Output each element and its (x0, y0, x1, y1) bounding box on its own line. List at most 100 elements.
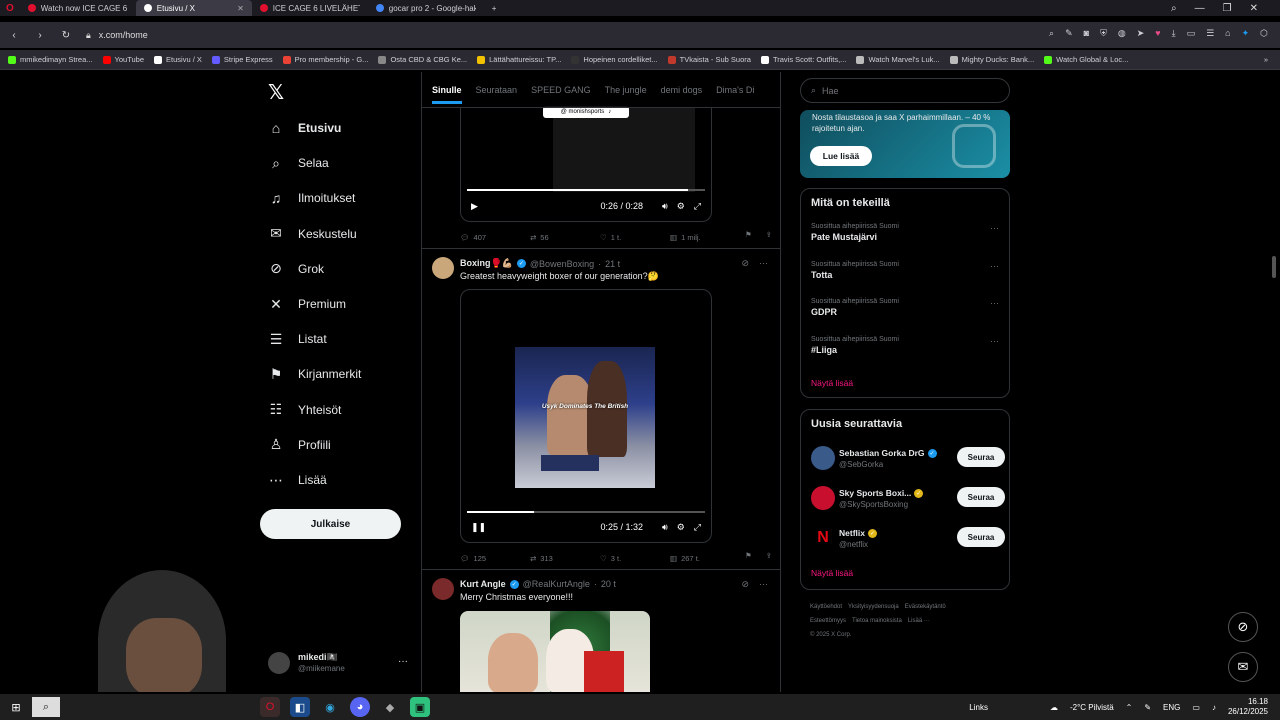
nav-item-grok[interactable]: ⊘ Grok (268, 259, 324, 279)
browser-tab[interactable]: Watch now ICE CAGE 6 | L (20, 0, 136, 16)
timeline-tab[interactable]: Dima's Di (716, 85, 754, 95)
volume-icon[interactable]: 🔊︎ (662, 522, 668, 533)
obs-icon[interactable]: ▣ (410, 697, 430, 717)
nav-item-selaa[interactable]: ⌕ Selaa (268, 153, 329, 173)
avatar[interactable]: N (811, 526, 835, 550)
extensions-icon[interactable]: ⬡ (1260, 28, 1268, 39)
grok-icon[interactable]: ⊘ (741, 258, 749, 269)
language-indicator[interactable]: ENG (1163, 703, 1180, 712)
volume-icon[interactable]: 🔊︎ (662, 201, 668, 212)
post-time[interactable]: 20 t (601, 579, 616, 589)
links-toolbar[interactable]: Links (969, 703, 988, 712)
timeline-tab[interactable]: demi dogs (661, 85, 703, 95)
bookmark-item[interactable]: Watch Global & Loc... (1044, 55, 1128, 64)
fullscreen-icon[interactable]: ⤢ (694, 522, 701, 533)
footer-link[interactable]: Esteettömyys (810, 618, 846, 624)
follow-button[interactable]: Seuraa (957, 527, 1005, 547)
read-more-button[interactable]: Lue lisää (810, 146, 872, 166)
bookmark-item[interactable]: Pro membership - G... (282, 55, 368, 64)
follow-suggestion[interactable]: Sky Sports Boxi... ✓ @SkySportsBoxing Seura… (811, 486, 1007, 514)
volume-icon[interactable]: ♪ (1212, 703, 1216, 712)
author-name[interactable]: Boxing🥊💪🏼 (460, 258, 513, 269)
search-page-icon[interactable]: ⌕ (1049, 28, 1054, 39)
follow-suggestion[interactable]: Sebastian Gorka DrG ✓ @SebGorka Seuraa (811, 446, 1007, 474)
more-icon[interactable]: ··· (398, 656, 408, 667)
post-button[interactable]: Julkaise (260, 509, 401, 539)
like-button[interactable]: ♡ 1 t. (600, 230, 670, 244)
heart-icon[interactable]: ♥ (1155, 28, 1160, 39)
footer-link[interactable]: Käyttöehdot (810, 604, 842, 610)
wallet-icon[interactable]: ⌂ (1225, 28, 1230, 39)
bookmark-icon[interactable]: ⚑ (745, 551, 752, 565)
bookmark-item[interactable]: Osta CBD & CBG Ke... (378, 55, 467, 64)
footer-link[interactable]: Evästekäytäntö (905, 604, 946, 610)
opera-icon[interactable]: O (260, 697, 280, 717)
sidebar-icon[interactable]: ▭ (1187, 28, 1196, 39)
timeline-tab[interactable]: Seurataan (476, 85, 518, 95)
close-tab-icon[interactable]: ✕ (237, 4, 244, 13)
search-input[interactable]: ⌕ Hae (800, 78, 1010, 103)
avatar[interactable] (432, 257, 454, 279)
settings-icon[interactable]: ⚙ (677, 522, 685, 533)
grok-icon[interactable]: ⊘ (741, 579, 749, 590)
browser-tab[interactable]: Etusivu / X ✕ (135, 0, 252, 16)
fullscreen-icon[interactable]: ⤢ (694, 201, 701, 212)
edge-icon[interactable]: ◉ (320, 697, 340, 717)
bookmark-item[interactable]: TVkaista - Sub Suora (667, 55, 751, 64)
author-name[interactable]: Kurt Angle (460, 579, 506, 589)
account-switcher[interactable]: mikedi🏴‍☠️ @miikemane ··· (268, 650, 416, 680)
bookmarks-overflow-icon[interactable]: » (1264, 55, 1268, 64)
trend-item[interactable]: Suosittua aihepiirissä Suomi Totta ··· (811, 261, 1001, 280)
more-icon[interactable]: ··· (990, 298, 999, 308)
views-button[interactable]: ▥ 267 t. (670, 551, 740, 565)
author-handle[interactable]: @BowenBoxing (530, 259, 594, 269)
grok-icon[interactable]: ⊘ (1228, 612, 1258, 642)
url-field[interactable]: 🔒︎ x.com/home (86, 30, 148, 41)
avatar[interactable] (811, 446, 835, 470)
bookmark-item[interactable]: Lättähattureissu: TP... (477, 55, 561, 64)
share-icon[interactable]: ⇪ (766, 551, 772, 565)
views-button[interactable]: ▥ 1 milj. (670, 230, 740, 244)
aria-icon[interactable]: ✦ (1242, 28, 1250, 39)
bookmark-item[interactable]: Etusivu / X (154, 55, 202, 64)
nav-item-profiili[interactable]: ♙ Profiili (268, 435, 331, 455)
restore-button[interactable]: ❐ (1223, 3, 1232, 14)
close-window-button[interactable]: ✕ (1250, 3, 1258, 14)
download-icon[interactable]: ⤓ (1172, 28, 1176, 39)
follow-button[interactable]: Seuraa (957, 487, 1005, 507)
menu-icon[interactable]: ☰ (1206, 28, 1214, 39)
messages-icon[interactable]: ✉ (1228, 652, 1258, 682)
more-icon[interactable]: ··· (990, 261, 999, 271)
network-icon[interactable]: ▭ (1192, 703, 1200, 712)
new-tab-button[interactable]: + (484, 0, 505, 16)
share-icon[interactable]: ⇪ (766, 230, 772, 244)
timeline-tab[interactable]: Sinulle (432, 76, 462, 104)
nav-item-ilmoitukset[interactable]: ♫ Ilmoitukset (268, 188, 356, 208)
page-scrollbar[interactable] (1272, 256, 1276, 278)
camera-icon[interactable]: ◙ (1084, 28, 1089, 39)
trend-item[interactable]: Suosittua aihepiirissä Suomi Pate Mustajä… (811, 223, 1001, 242)
avatar[interactable] (432, 578, 454, 600)
app-icon[interactable]: ◆ (380, 697, 400, 717)
back-button[interactable]: ‹ (8, 30, 20, 41)
bookmark-icon[interactable]: ⚑ (745, 230, 752, 244)
timeline-tab[interactable]: The jungle (605, 85, 647, 95)
clock[interactable]: 16.18 26/12/2025 (1228, 697, 1268, 717)
footer-link[interactable]: Yksityisyydensuoja (848, 604, 899, 610)
footer-link[interactable]: Tietoa mainoksista (852, 618, 902, 624)
settings-icon[interactable]: ⚙ (677, 201, 685, 212)
forward-button[interactable]: › (34, 30, 46, 41)
post2-video[interactable]: Usyk Dominates The British ❚❚ 0:25 / 1:3… (460, 289, 712, 543)
follow-button[interactable]: Seuraa (957, 447, 1005, 467)
photos-icon[interactable]: ◧ (290, 697, 310, 717)
bookmark-item[interactable]: Hopeinen cordelliket... (571, 55, 658, 64)
reply-button[interactable]: 💬︎ 407 (460, 230, 530, 244)
x-logo-icon[interactable]: 𝕏 (268, 80, 284, 105)
browser-tab[interactable]: gocar pro 2 - Google-haku (368, 0, 484, 16)
minimize-button[interactable]: — (1195, 3, 1205, 14)
vpn-icon[interactable]: ◍ (1118, 28, 1126, 39)
nav-item-yhteisöt[interactable]: ☷ Yhteisöt (268, 400, 342, 420)
post-time[interactable]: 21 t (605, 259, 620, 269)
post3-image[interactable] (460, 611, 650, 692)
search-tabs-icon[interactable]: ⌕ (1171, 3, 1177, 14)
